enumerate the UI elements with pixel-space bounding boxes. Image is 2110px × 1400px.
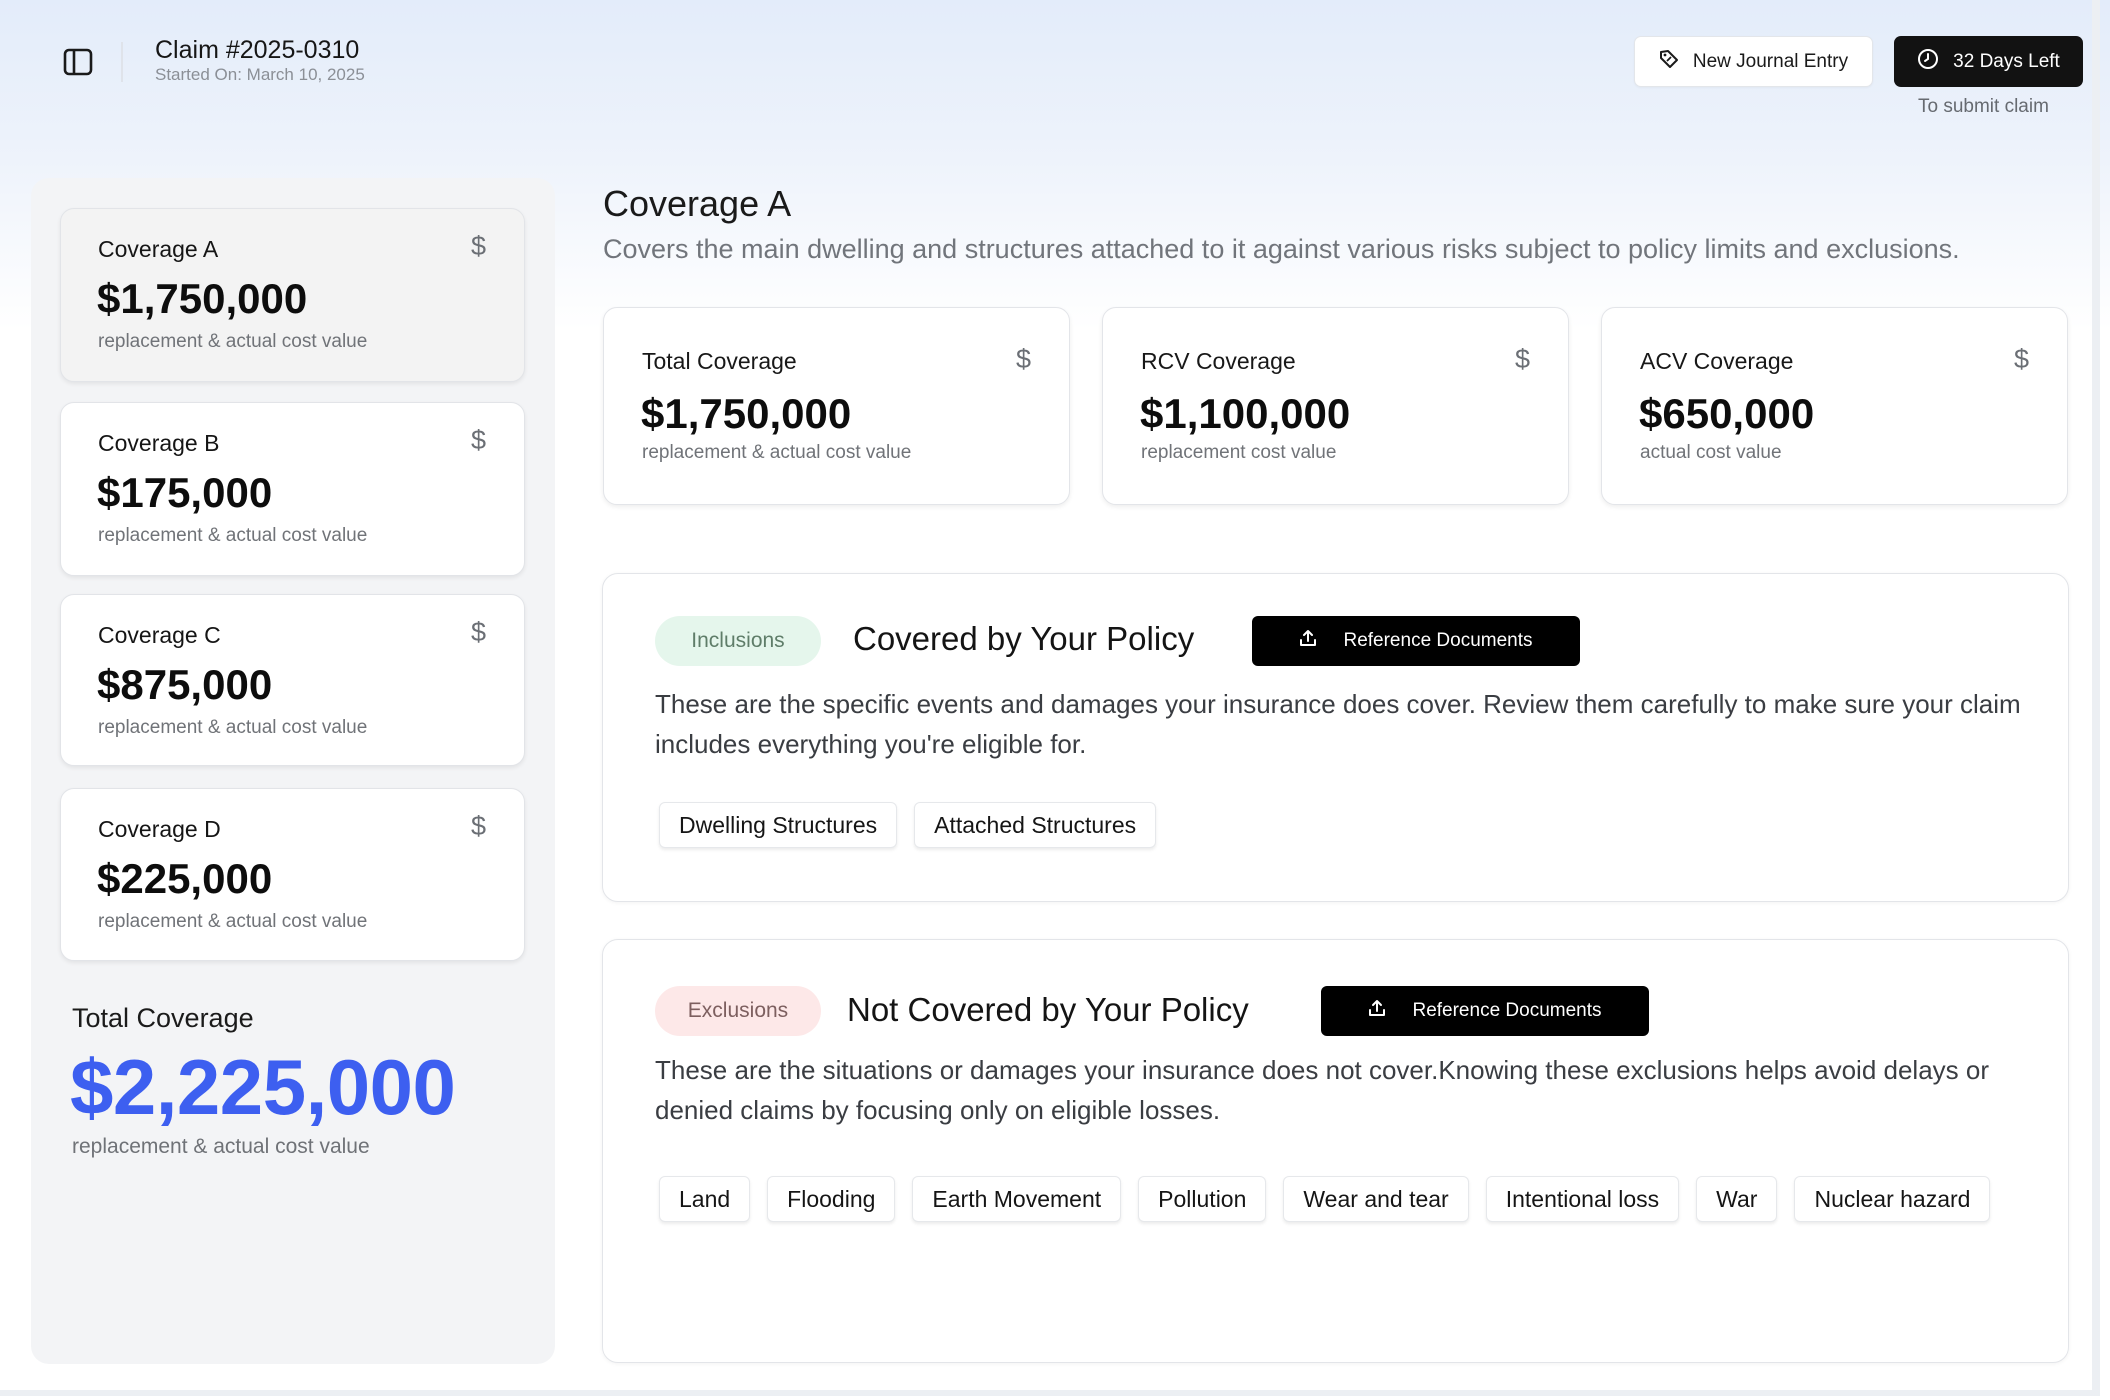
coverage-card-amount: $175,000 — [97, 469, 273, 516]
exclusions-heading: Not Covered by Your Policy — [847, 991, 1249, 1028]
coverage-card-amount: $225,000 — [97, 855, 273, 902]
coverage-card-subtitle: replacement & actual cost value — [98, 525, 368, 546]
claim-title: Claim #2025-0310 — [155, 36, 360, 64]
inclusions-description: These are the specific events and damage… — [655, 689, 2021, 759]
days-left-label: 32 Days Left — [1953, 50, 2060, 72]
page-title: Coverage A — [603, 183, 792, 224]
upload-icon — [1299, 629, 1317, 653]
total-coverage-subtitle: replacement & actual cost value — [72, 1135, 370, 1158]
coverage-card-b[interactable]: Coverage B $ $175,000 replacement & actu… — [60, 402, 525, 576]
coverage-tag: Earth Movement — [912, 1176, 1122, 1222]
coverage-card-subtitle: replacement & actual cost value — [98, 911, 368, 932]
stat-card-acv: ACV Coverage $ $650,000 actual cost valu… — [1601, 307, 2068, 505]
header-divider — [121, 42, 123, 82]
inclusions-tag-list: Dwelling Structures Attached Structures — [659, 802, 2039, 848]
dollar-icon: $ — [470, 811, 486, 841]
coverage-card-label: Coverage B — [98, 430, 220, 456]
coverage-card-amount: $1,750,000 — [97, 275, 308, 322]
dollar-icon: $ — [470, 231, 486, 261]
inclusions-badge: Inclusions — [655, 616, 821, 666]
coverage-tag: Wear and tear — [1283, 1176, 1469, 1222]
stat-label: RCV Coverage — [1141, 348, 1296, 374]
coverage-tag: Attached Structures — [914, 802, 1157, 848]
reference-documents-label: Reference Documents — [1343, 630, 1533, 651]
exclusions-card: Exclusions Not Covered by Your Policy Re… — [602, 939, 2069, 1363]
coverage-tag: War — [1696, 1176, 1778, 1222]
coverage-tag: Dwelling Structures — [659, 802, 898, 848]
clock-icon — [1917, 48, 1939, 76]
dollar-icon: $ — [1514, 344, 1530, 374]
total-coverage-label: Total Coverage — [72, 1003, 254, 1033]
stat-subtitle: replacement cost value — [1141, 442, 1337, 463]
exclusions-badge: Exclusions — [655, 986, 821, 1036]
new-journal-entry-label: New Journal Entry — [1692, 50, 1849, 72]
inclusions-card: Inclusions Covered by Your Policy Refere… — [602, 573, 2069, 902]
days-left-caption: To submit claim — [1918, 96, 2049, 117]
dollar-icon: $ — [470, 425, 486, 455]
stat-subtitle: replacement & actual cost value — [642, 442, 912, 463]
dollar-icon: $ — [2013, 344, 2029, 374]
exclusions-reference-documents-button[interactable]: Reference Documents — [1321, 986, 1649, 1036]
claim-start-date: Started On: March 10, 2025 — [155, 65, 365, 84]
tag-pencil-icon — [1659, 49, 1679, 75]
coverage-tag: Nuclear hazard — [1794, 1176, 1991, 1222]
coverage-card-subtitle: replacement & actual cost value — [98, 331, 368, 352]
exclusions-tag-list: Land Flooding Earth Movement Pollution Wear … — [659, 1176, 2039, 1222]
stat-amount: $1,750,000 — [641, 390, 852, 437]
stat-label: Total Coverage — [642, 348, 797, 374]
stat-subtitle: actual cost value — [1640, 442, 1782, 463]
coverage-card-subtitle: replacement & actual cost value — [98, 717, 368, 738]
coverage-card-c[interactable]: Coverage C $ $875,000 replacement & actu… — [60, 594, 525, 766]
stat-card-rcv: RCV Coverage $ $1,100,000 replacement co… — [1102, 307, 1569, 505]
coverage-tag: Intentional loss — [1485, 1176, 1680, 1222]
new-journal-entry-button[interactable]: New Journal Entry — [1634, 36, 1873, 87]
stat-amount: $1,100,000 — [1140, 390, 1351, 437]
coverage-tag: Pollution — [1138, 1176, 1267, 1222]
coverage-card-amount: $875,000 — [97, 661, 273, 708]
page-description: Covers the main dwelling and structures … — [603, 234, 1960, 264]
upload-icon — [1368, 999, 1386, 1023]
total-coverage-amount: $2,225,000 — [70, 1043, 456, 1131]
dollar-icon: $ — [1015, 344, 1031, 374]
inclusions-heading: Covered by Your Policy — [853, 620, 1195, 657]
coverage-tag: Flooding — [767, 1176, 896, 1222]
coverage-tag: Land — [659, 1176, 751, 1222]
stat-card-total: Total Coverage $ $1,750,000 replacement … — [603, 307, 1070, 505]
days-left-button[interactable]: 32 Days Left — [1894, 36, 2083, 87]
coverage-card-label: Coverage C — [98, 622, 221, 648]
coverage-card-a[interactable]: Coverage A $ $1,750,000 replacement & ac… — [60, 208, 525, 382]
coverage-card-label: Coverage D — [98, 816, 221, 842]
stat-amount: $650,000 — [1639, 390, 1815, 437]
inclusions-reference-documents-button[interactable]: Reference Documents — [1252, 616, 1580, 666]
stat-label: ACV Coverage — [1640, 348, 1794, 374]
sidebar-toggle-icon[interactable] — [60, 44, 96, 80]
exclusions-description: These are the situations or damages your… — [655, 1055, 1989, 1125]
reference-documents-label: Reference Documents — [1412, 1000, 1602, 1021]
coverage-card-label: Coverage A — [98, 236, 219, 262]
dollar-icon: $ — [470, 617, 486, 647]
coverage-card-d[interactable]: Coverage D $ $225,000 replacement & actu… — [60, 788, 525, 961]
